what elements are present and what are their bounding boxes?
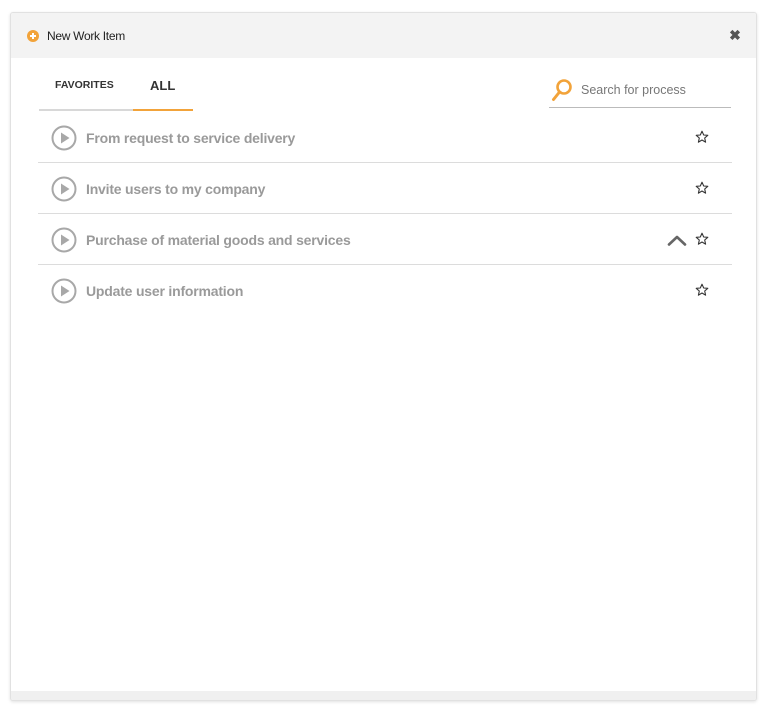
process-item-update-user-information[interactable]: Update user information [38,265,732,315]
process-label: Update user information [86,283,244,299]
dialog-title: New Work Item [47,29,125,43]
active-tab-indicator [133,109,193,111]
process-item-from-request-to-service-delivery[interactable]: From request to service delivery [38,112,732,163]
star-icon[interactable] [695,232,709,246]
plus-circle-icon [27,30,39,42]
process-label: Purchase of material goods and services [86,232,351,248]
new-work-item-dialog: New Work Item ✖ FAVORITES ALL From reque… [10,12,757,701]
search-icon[interactable] [551,78,573,102]
dialog-footer [11,691,756,700]
search-input[interactable] [581,81,727,99]
star-icon[interactable] [695,130,709,144]
tab-all[interactable]: ALL [150,78,175,93]
process-label: From request to service delivery [86,130,296,146]
tab-favorites[interactable]: FAVORITES [55,79,114,91]
process-list: From request to service delivery Invite … [38,112,732,315]
play-icon [51,278,77,304]
process-label: Invite users to my company [86,181,266,197]
process-item-purchase-of-material-goods-and-services[interactable]: Purchase of material goods and services [38,214,732,265]
star-icon[interactable] [695,283,709,297]
star-icon[interactable] [695,181,709,195]
play-icon [51,227,77,253]
tabs-bar: FAVORITES ALL [39,78,193,111]
chevron-up-icon[interactable] [667,234,687,246]
dialog-header: New Work Item ✖ [11,13,756,58]
play-icon [51,125,77,151]
close-icon[interactable]: ✖ [728,28,742,42]
play-icon [51,176,77,202]
search-box [549,77,731,108]
process-item-invite-users-to-my-company[interactable]: Invite users to my company [38,163,732,214]
